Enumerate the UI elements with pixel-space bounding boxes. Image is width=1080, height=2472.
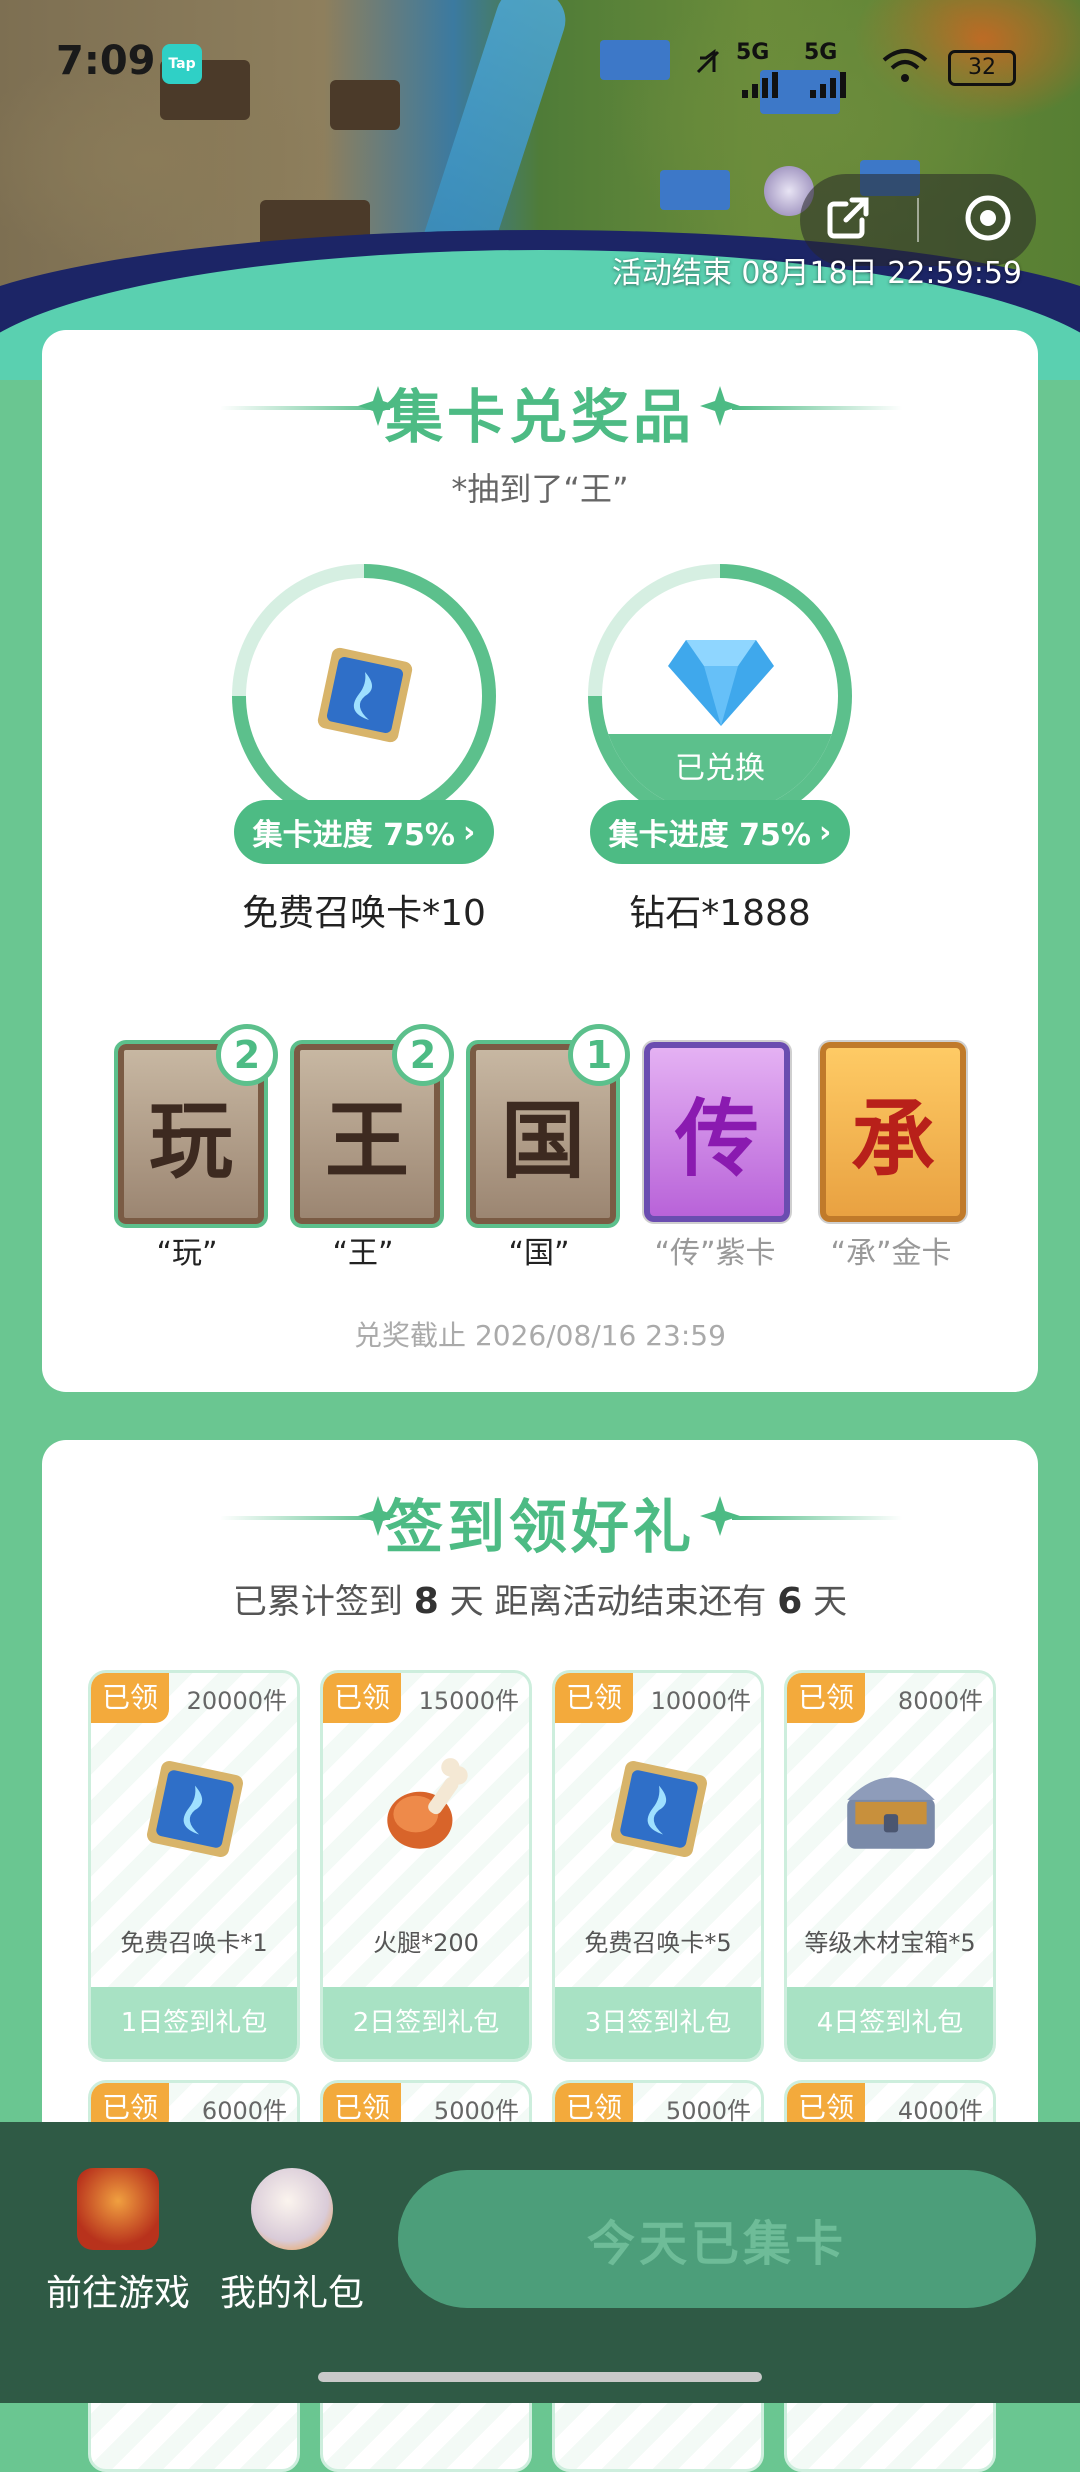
treasure-chest-icon [847, 1777, 935, 1849]
stock-count: 20000件 [186, 1687, 287, 1715]
summary-prefix: 已累计签到 [232, 1582, 403, 1622]
checkin-gift-day3[interactable]: 已领 10000件 免费召唤卡*5 3日签到礼包 [552, 1670, 764, 2062]
checkin-title: 签到领好礼 [384, 1493, 695, 1561]
my-gifts-label: 我的礼包 [219, 2273, 364, 2314]
ham-icon [387, 1758, 468, 1849]
prize-image-area: 已兑换 [602, 578, 838, 814]
redeem-deadline: 兑奖截止 2026/08/16 23:59 [354, 1319, 726, 1352]
card-count-badge: 2 [216, 1024, 278, 1086]
gift-name: 免费召唤卡*1 [120, 1929, 268, 1957]
collect-today-button[interactable]: 今天已集卡 [398, 2170, 1036, 2308]
collect-title: 集卡兑奖品 [384, 383, 695, 451]
tap-app-icon: Tap [162, 44, 202, 84]
collect-progress-button[interactable]: 集卡进度 75% › [590, 800, 850, 864]
signal-icon [742, 62, 786, 108]
bottom-action-bar: 前往游戏 我的礼包 今天已集卡 [0, 2122, 1080, 2403]
card-count-badge: 2 [392, 1024, 454, 1086]
wifi-icon [880, 48, 930, 94]
claimed-tag: 已领 [787, 1673, 865, 1723]
status-time: 7:09 [56, 38, 156, 84]
checkin-summary: 已累计签到 8 天 距离活动结束还有 6 天 [42, 1574, 1038, 1623]
days-signed: 8 [413, 1581, 439, 1622]
activity-banner: 7:09 Tap 5G 5G 32 活动结束 08月18日 22:59:59 [0, 0, 1080, 380]
summon-card-icon [147, 1761, 243, 1857]
gift-day-label: 2日签到礼包 [323, 1987, 529, 2059]
checkin-gift-day1[interactable]: 已领 20000件 免费召唤卡*1 1日签到礼包 [88, 1670, 300, 2062]
gift-avatar-icon [251, 2168, 333, 2250]
claimed-tag: 已领 [555, 1673, 633, 1723]
gift-day-label: 3日签到礼包 [555, 1987, 761, 2059]
close-target-icon[interactable] [962, 192, 1014, 248]
stock-count: 4000件 [897, 2097, 983, 2125]
card-label: “承”金卡 [830, 1236, 952, 1271]
status-bar: 7:09 Tap 5G 5G 32 [0, 0, 1080, 120]
game-app-icon [77, 2168, 159, 2250]
battery-indicator: 32 [948, 50, 1016, 86]
collect-card-section: 集卡兑奖品 *抽到了“王” 集卡进度 75% › 免费召唤卡*10 已兑换 集卡… [42, 330, 1038, 1392]
stock-count: 5000件 [433, 2097, 519, 2125]
card-count-badge: 1 [568, 1024, 630, 1086]
summary-suffix: 天 [813, 1582, 848, 1622]
diamond-icon [668, 640, 774, 726]
gift-day-label: 4日签到礼包 [787, 1987, 993, 2059]
go-to-game-button[interactable]: 前往游戏 [28, 2168, 208, 2316]
activity-end-time: 活动结束 08月18日 22:59:59 [611, 256, 1022, 291]
title-decoration [732, 1516, 902, 1520]
card-tile: 传 [642, 1040, 792, 1224]
go-to-game-label: 前往游戏 [45, 2273, 190, 2314]
signal-icon [810, 62, 854, 108]
prize-image-area [246, 578, 482, 814]
prize-name: 免费召唤卡*10 [242, 893, 486, 934]
capsule-divider [916, 198, 919, 242]
home-indicator[interactable] [318, 2372, 762, 2382]
collect-progress-button[interactable]: 集卡进度 75% › [234, 800, 494, 864]
gift-name: 等级木材宝箱*5 [804, 1929, 976, 1957]
draw-result-text: *抽到了“王” [451, 470, 629, 508]
checkin-section: 签到领好礼 已累计签到 8 天 距离活动结束还有 6 天 已领 20000件 免… [42, 1440, 1038, 2472]
share-icon[interactable] [822, 192, 874, 248]
gift-name: 火腿*200 [373, 1929, 479, 1957]
stock-count: 6000件 [201, 2097, 287, 2125]
prize-name: 钻石*1888 [629, 893, 811, 934]
chevron-right-icon: › [462, 814, 476, 850]
checkin-gift-day4[interactable]: 已领 8000件 等级木材宝箱*5 4日签到礼包 [784, 1670, 996, 2062]
summary-mid: 天 距离活动结束还有 [449, 1582, 767, 1622]
gift-day-label: 1日签到礼包 [91, 1987, 297, 2059]
stock-count: 15000件 [418, 1687, 519, 1715]
progress-label: 集卡进度 75% [252, 818, 455, 853]
stock-count: 5000件 [665, 2097, 751, 2125]
my-gifts-button[interactable]: 我的礼包 [202, 2168, 382, 2316]
gift-name: 免费召唤卡*5 [584, 1929, 732, 1957]
stock-count: 10000件 [650, 1687, 751, 1715]
stock-count: 8000件 [897, 1687, 983, 1715]
summon-card-icon [317, 647, 413, 743]
summon-card-icon [611, 1761, 707, 1857]
title-decoration [732, 406, 902, 410]
banner-roof [660, 170, 730, 210]
progress-label: 集卡进度 75% [608, 818, 811, 853]
claimed-tag: 已领 [91, 1673, 169, 1723]
checkin-gift-day2[interactable]: 已领 15000件 火腿*200 2日签到礼包 [320, 1670, 532, 2062]
days-left: 6 [777, 1581, 803, 1622]
claimed-tag: 已领 [323, 1673, 401, 1723]
chevron-right-icon: › [818, 814, 832, 850]
card-tile: 承 [818, 1040, 968, 1224]
mute-icon [690, 44, 726, 90]
